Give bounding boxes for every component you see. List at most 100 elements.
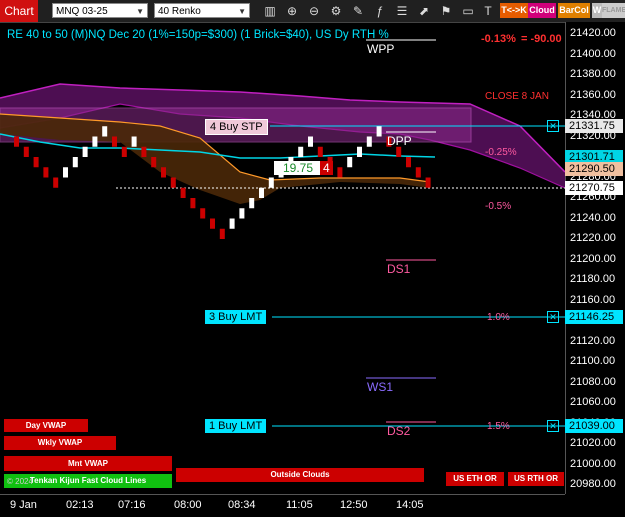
wpp-label: WPP: [367, 42, 395, 56]
price-axis-label: 21080.00: [570, 375, 616, 388]
zoom-in-icon[interactable]: ⊕: [284, 3, 300, 19]
renko-brick-down: [53, 177, 59, 188]
dpp-label: DPP: [387, 134, 412, 148]
renko-brick-down: [151, 157, 157, 168]
renko-brick-down: [396, 146, 402, 157]
cloud-toggle-button[interactable]: Cloud: [528, 3, 556, 18]
wkly-vwap-box: Wkly VWAP: [4, 436, 116, 450]
renko-brick-up: [239, 208, 245, 219]
barcol-toggle-button[interactable]: BarCol: [558, 3, 590, 18]
time-axis-label: 11:05: [286, 499, 313, 511]
time-axis-label: 08:34: [228, 499, 256, 511]
bar-type-selector[interactable]: 40 Renko ▼: [154, 3, 250, 18]
time-axis[interactable]: 9 Jan 02:13 07:16 08:00 08:34 11:05 12:50 14:05: [0, 494, 565, 517]
order-price-tag-lmt-1: 21039.00: [565, 419, 623, 433]
drawing-tools-icon[interactable]: ⬈: [416, 3, 432, 19]
time-axis-label: 12:50: [340, 499, 368, 511]
tk-count-tag: 4: [320, 161, 333, 175]
day-vwap-box: Day VWAP: [4, 419, 88, 432]
renko-brick-up: [357, 146, 362, 157]
close-label: CLOSE 8 JAN: [485, 91, 549, 102]
save-icon[interactable]: ▭: [460, 3, 476, 19]
pct-level-label: -0.25%: [485, 147, 517, 158]
renko-brick-up: [259, 187, 264, 198]
trade-icon[interactable]: ⚑: [438, 3, 454, 19]
flame-toggle-button[interactable]: FLAME: [602, 3, 625, 18]
copyright-text: © 2024: [7, 477, 33, 486]
instrument-selector[interactable]: MNQ 03-25 ▼: [52, 3, 148, 18]
renko-brick-down: [170, 177, 176, 188]
bar-type-value: 40 Renko: [158, 6, 201, 17]
instrument-value: MNQ 03-25: [56, 6, 108, 17]
strategy-icon[interactable]: ☰: [394, 3, 410, 19]
order-label-stp[interactable]: 4 Buy STP: [205, 119, 268, 135]
renko-brick-up: [298, 146, 304, 157]
renko-brick-down: [190, 198, 196, 209]
price-axis-label: 21360.00: [570, 88, 616, 101]
order-price-tag-stp: 21331.75: [565, 119, 623, 133]
renko-brick-up: [347, 157, 353, 168]
price-axis-label: 21200.00: [570, 252, 616, 265]
order-label-lmt-1[interactable]: 1 Buy LMT: [205, 419, 267, 433]
price-axis-label: 21120.00: [570, 334, 616, 347]
ws-toggle-button[interactable]: W: [592, 3, 602, 18]
pct-level-label: 1.5%: [487, 421, 510, 432]
price-axis-label: 21160.00: [570, 293, 616, 306]
text-icon[interactable]: T: [480, 3, 496, 19]
price-axis-label: 21420.00: [570, 27, 616, 39]
price-axis-label: 21060.00: [570, 396, 616, 408]
tk-toggle-button[interactable]: T<->K: [500, 3, 528, 18]
cancel-order-icon[interactable]: ✕: [547, 311, 559, 323]
outside-clouds-box: Outside Clouds: [176, 468, 424, 482]
renko-brick-down: [200, 208, 206, 219]
indicators-icon[interactable]: ƒ: [372, 3, 388, 19]
chevron-down-icon: ▼: [136, 7, 144, 16]
chart-plot-area[interactable]: RE 40 to 50 (M)NQ Dec 20 (1%=150p=$300) …: [0, 22, 565, 494]
renko-brick-down: [180, 187, 186, 198]
time-axis-label: 02:13: [66, 499, 94, 511]
pnl-pct: -0.13%: [481, 33, 516, 45]
renko-brick-up: [308, 136, 313, 147]
renko-brick-up: [268, 177, 274, 188]
renko-brick-down: [121, 146, 127, 157]
price-axis-label: 21180.00: [570, 273, 616, 285]
price-axis-label: 21380.00: [570, 68, 616, 80]
renko-brick-down: [415, 167, 421, 178]
mnt-vwap-box: Mnt VWAP: [4, 456, 172, 471]
order-label-lmt-3[interactable]: 3 Buy LMT: [205, 310, 267, 324]
pct-level-label: 1.0%: [487, 312, 510, 323]
cancel-order-icon[interactable]: ✕: [547, 120, 559, 132]
renko-brick-up: [376, 126, 382, 137]
renko-brick-down: [210, 218, 215, 229]
renko-brick-up: [92, 136, 98, 147]
renko-brick-down: [337, 167, 343, 178]
renko-brick-up: [102, 126, 108, 137]
pct-level-label: -0.5%: [485, 201, 512, 212]
renko-brick-up: [82, 146, 88, 157]
price-axis-label: 21240.00: [570, 211, 616, 224]
time-axis-label: 07:16: [118, 499, 146, 511]
current-price-tag: 21270.75: [565, 181, 623, 195]
tk-value-tag: 19.75: [274, 161, 322, 175]
renko-brick-down: [317, 146, 323, 157]
renko-brick-down: [141, 146, 147, 157]
properties-icon[interactable]: ⚙: [328, 3, 344, 19]
bar-chart-icon[interactable]: ▥: [262, 3, 278, 19]
renko-brick-up: [72, 157, 78, 168]
price-axis-label: 20980.00: [570, 478, 616, 490]
renko-brick-down: [406, 157, 411, 168]
renko-brick-up: [249, 198, 255, 209]
cancel-order-icon[interactable]: ✕: [547, 420, 559, 432]
renko-brick-down: [33, 157, 39, 168]
renko-brick-down: [112, 136, 117, 147]
time-axis-label: 9 Jan: [10, 499, 37, 511]
renko-brick-down: [14, 136, 19, 147]
chart-title: RE 40 to 50 (M)NQ Dec 20 (1%=150p=$300) …: [7, 29, 389, 41]
mid-price-tag: 21290.50: [565, 162, 623, 176]
chart-menu-button[interactable]: Chart: [0, 0, 38, 22]
zoom-out-icon[interactable]: ⊖: [306, 3, 322, 19]
us-rth-or-box: US RTH OR: [508, 472, 564, 486]
renko-brick-down: [219, 228, 225, 239]
us-eth-or-box: US ETH OR: [446, 472, 504, 486]
pencil-icon[interactable]: ✎: [350, 3, 366, 19]
